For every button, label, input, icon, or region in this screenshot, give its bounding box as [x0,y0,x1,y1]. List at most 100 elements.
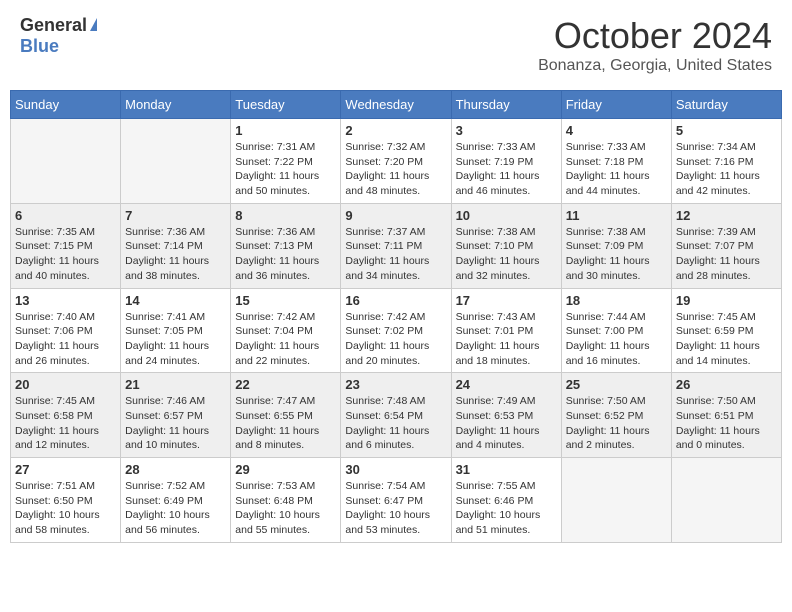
calendar-cell: 4 Sunrise: 7:33 AMSunset: 7:18 PMDaylight… [561,119,671,204]
day-info: Sunrise: 7:49 AMSunset: 6:53 PMDaylight:… [456,394,557,453]
calendar-cell: 28 Sunrise: 7:52 AMSunset: 6:49 PMDayligh… [121,458,231,543]
calendar-cell: 19 Sunrise: 7:45 AMSunset: 6:59 PMDayligh… [671,288,781,373]
day-number: 30 [345,462,446,477]
calendar-cell: 13 Sunrise: 7:40 AMSunset: 7:06 PMDayligh… [11,288,121,373]
day-info: Sunrise: 7:33 AMSunset: 7:18 PMDaylight:… [566,140,667,199]
calendar-cell: 20Sunrise: 7:45 AMSunset: 6:58 PMDayligh… [11,373,121,458]
calendar-day-header: Saturday [671,91,781,119]
day-info: Sunrise: 7:43 AMSunset: 7:01 PMDaylight:… [456,310,557,369]
day-info: Sunrise: 7:46 AMSunset: 6:57 PMDaylight:… [125,394,226,453]
day-number: 16 [345,293,446,308]
day-number: 26 [676,377,777,392]
calendar-day-header: Thursday [451,91,561,119]
day-number: 28 [125,462,226,477]
day-number: 1 [235,123,336,138]
day-number: 27 [15,462,116,477]
calendar-cell: 17 Sunrise: 7:43 AMSunset: 7:01 PMDayligh… [451,288,561,373]
day-number: 7 [125,208,226,223]
day-info: Sunrise: 7:31 AMSunset: 7:22 PMDaylight:… [235,140,336,199]
page-header: General Blue October 2024 Bonanza, Georg… [10,10,782,80]
day-info: Sunrise: 7:42 AMSunset: 7:02 PMDaylight:… [345,310,446,369]
calendar-cell: 24 Sunrise: 7:49 AMSunset: 6:53 PMDayligh… [451,373,561,458]
calendar-day-header: Friday [561,91,671,119]
calendar-header-row: SundayMondayTuesdayWednesdayThursdayFrid… [11,91,782,119]
day-number: 15 [235,293,336,308]
calendar-cell: 14 Sunrise: 7:41 AMSunset: 7:05 PMDayligh… [121,288,231,373]
day-number: 19 [676,293,777,308]
calendar-cell [671,458,781,543]
day-number: 5 [676,123,777,138]
day-info: Sunrise: 7:48 AMSunset: 6:54 PMDaylight:… [345,394,446,453]
day-number: 2 [345,123,446,138]
day-info: Sunrise: 7:45 AMSunset: 6:58 PMDaylight:… [15,394,116,453]
day-number: 21 [125,377,226,392]
calendar-week-row: 27 Sunrise: 7:51 AMSunset: 6:50 PMDayligh… [11,458,782,543]
day-info: Sunrise: 7:47 AMSunset: 6:55 PMDaylight:… [235,394,336,453]
day-info: Sunrise: 7:51 AMSunset: 6:50 PMDaylight:… [15,479,116,538]
calendar-week-row: 13 Sunrise: 7:40 AMSunset: 7:06 PMDayligh… [11,288,782,373]
day-info: Sunrise: 7:35 AMSunset: 7:15 PMDaylight:… [15,225,116,284]
day-number: 13 [15,293,116,308]
calendar-cell: 11 Sunrise: 7:38 AMSunset: 7:09 PMDayligh… [561,203,671,288]
calendar-cell: 5 Sunrise: 7:34 AMSunset: 7:16 PMDaylight… [671,119,781,204]
day-number: 17 [456,293,557,308]
calendar-cell: 21 Sunrise: 7:46 AMSunset: 6:57 PMDayligh… [121,373,231,458]
day-number: 14 [125,293,226,308]
day-info: Sunrise: 7:45 AMSunset: 6:59 PMDaylight:… [676,310,777,369]
day-number: 9 [345,208,446,223]
calendar-cell: 26 Sunrise: 7:50 AMSunset: 6:51 PMDayligh… [671,373,781,458]
calendar-day-header: Wednesday [341,91,451,119]
calendar-cell: 12 Sunrise: 7:39 AMSunset: 7:07 PMDayligh… [671,203,781,288]
day-info: Sunrise: 7:36 AMSunset: 7:14 PMDaylight:… [125,225,226,284]
day-info: Sunrise: 7:39 AMSunset: 7:07 PMDaylight:… [676,225,777,284]
calendar-day-header: Monday [121,91,231,119]
calendar-cell: 15Sunrise: 7:42 AMSunset: 7:04 PMDayligh… [231,288,341,373]
logo-arrow-icon [90,18,97,31]
day-info: Sunrise: 7:38 AMSunset: 7:09 PMDaylight:… [566,225,667,284]
day-number: 3 [456,123,557,138]
calendar-week-row: 6Sunrise: 7:35 AMSunset: 7:15 PMDaylight… [11,203,782,288]
day-info: Sunrise: 7:50 AMSunset: 6:51 PMDaylight:… [676,394,777,453]
logo-blue-text: Blue [20,36,59,56]
day-number: 31 [456,462,557,477]
day-number: 12 [676,208,777,223]
day-number: 8 [235,208,336,223]
day-info: Sunrise: 7:40 AMSunset: 7:06 PMDaylight:… [15,310,116,369]
calendar-day-header: Tuesday [231,91,341,119]
calendar-cell: 10Sunrise: 7:38 AMSunset: 7:10 PMDayligh… [451,203,561,288]
day-number: 23 [345,377,446,392]
title-section: October 2024 Bonanza, Georgia, United St… [538,15,772,75]
calendar-cell: 23 Sunrise: 7:48 AMSunset: 6:54 PMDayligh… [341,373,451,458]
calendar-cell: 29 Sunrise: 7:53 AMSunset: 6:48 PMDayligh… [231,458,341,543]
day-info: Sunrise: 7:32 AMSunset: 7:20 PMDaylight:… [345,140,446,199]
calendar-cell: 25Sunrise: 7:50 AMSunset: 6:52 PMDayligh… [561,373,671,458]
day-number: 24 [456,377,557,392]
day-number: 29 [235,462,336,477]
day-number: 25 [566,377,667,392]
calendar-week-row: 1 Sunrise: 7:31 AMSunset: 7:22 PMDaylight… [11,119,782,204]
month-title: October 2024 [538,15,772,57]
day-info: Sunrise: 7:34 AMSunset: 7:16 PMDaylight:… [676,140,777,199]
day-info: Sunrise: 7:38 AMSunset: 7:10 PMDaylight:… [456,225,557,284]
calendar-cell: 22 Sunrise: 7:47 AMSunset: 6:55 PMDayligh… [231,373,341,458]
calendar-cell: 18 Sunrise: 7:44 AMSunset: 7:00 PMDayligh… [561,288,671,373]
day-info: Sunrise: 7:36 AMSunset: 7:13 PMDaylight:… [235,225,336,284]
day-info: Sunrise: 7:52 AMSunset: 6:49 PMDaylight:… [125,479,226,538]
calendar-cell: 31 Sunrise: 7:55 AMSunset: 6:46 PMDayligh… [451,458,561,543]
day-info: Sunrise: 7:37 AMSunset: 7:11 PMDaylight:… [345,225,446,284]
location-text: Bonanza, Georgia, United States [538,57,772,75]
day-number: 11 [566,208,667,223]
calendar-cell [11,119,121,204]
day-info: Sunrise: 7:53 AMSunset: 6:48 PMDaylight:… [235,479,336,538]
calendar-cell: 3 Sunrise: 7:33 AMSunset: 7:19 PMDaylight… [451,119,561,204]
day-info: Sunrise: 7:41 AMSunset: 7:05 PMDaylight:… [125,310,226,369]
day-number: 4 [566,123,667,138]
day-info: Sunrise: 7:33 AMSunset: 7:19 PMDaylight:… [456,140,557,199]
day-info: Sunrise: 7:44 AMSunset: 7:00 PMDaylight:… [566,310,667,369]
calendar-cell: 16 Sunrise: 7:42 AMSunset: 7:02 PMDayligh… [341,288,451,373]
day-number: 18 [566,293,667,308]
calendar-cell: 6Sunrise: 7:35 AMSunset: 7:15 PMDaylight… [11,203,121,288]
day-number: 22 [235,377,336,392]
calendar-cell: 27 Sunrise: 7:51 AMSunset: 6:50 PMDayligh… [11,458,121,543]
day-info: Sunrise: 7:55 AMSunset: 6:46 PMDaylight:… [456,479,557,538]
